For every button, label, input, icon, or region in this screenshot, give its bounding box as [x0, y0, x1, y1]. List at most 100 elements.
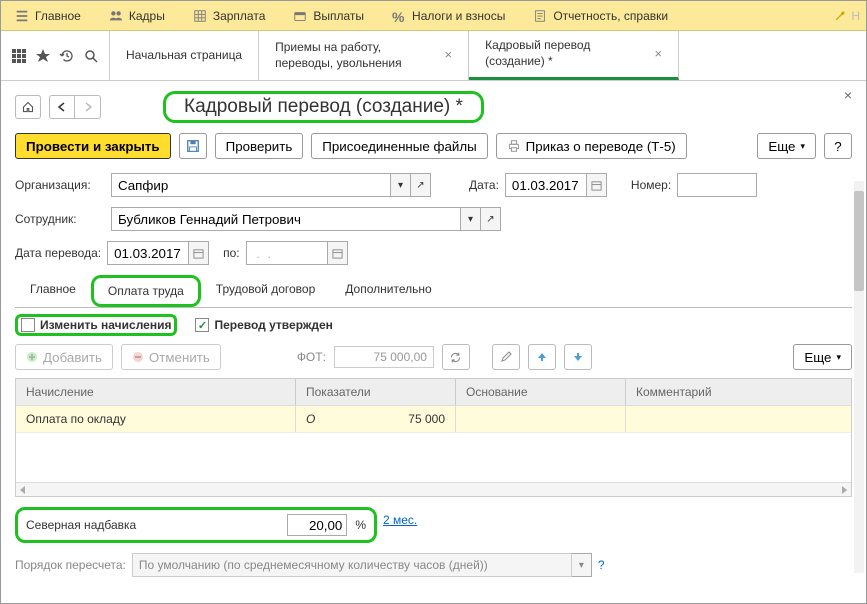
edit-button[interactable] — [492, 344, 520, 370]
northern-label: Северная надбавка — [26, 518, 279, 532]
wrench-icon — [833, 9, 847, 23]
tab-transfer[interactable]: Кадровый перевод (создание) * × — [469, 31, 679, 80]
percent-icon: % — [392, 9, 406, 23]
horizontal-scrollbar[interactable] — [16, 482, 851, 496]
calendar-icon[interactable] — [189, 241, 209, 265]
number-input[interactable] — [677, 173, 757, 197]
col-basis[interactable]: Основание — [456, 379, 626, 405]
menu-main[interactable]: Главное — [1, 1, 95, 30]
add-button: Добавить — [15, 344, 113, 370]
menu-payments[interactable]: Выплаты — [279, 1, 378, 30]
col-indicators[interactable]: Показатели — [296, 379, 456, 405]
chevron-down-icon: ▾ — [800, 141, 805, 152]
help-button[interactable]: ? — [824, 133, 852, 159]
recalc-select[interactable]: По умолчанию (по среднемесячному количес… — [132, 553, 572, 577]
checkbox-checked-icon: ✓ — [195, 318, 209, 332]
menu-taxes[interactable]: % Налоги и взносы — [378, 1, 519, 30]
home-icon — [22, 101, 34, 113]
to-date-input[interactable] — [246, 241, 328, 265]
arrow-up-icon — [537, 352, 547, 362]
floppy-icon — [186, 139, 200, 153]
arrow-right-icon — [83, 102, 93, 112]
menu-reports[interactable]: Отчетность, справки — [519, 1, 682, 30]
close-button[interactable]: × — [844, 87, 852, 103]
down-button[interactable] — [564, 344, 592, 370]
col-comment[interactable]: Комментарий — [626, 379, 851, 405]
refresh-icon — [449, 351, 462, 364]
open-icon[interactable]: ↗ — [411, 173, 431, 197]
check-button[interactable]: Проверить — [215, 133, 304, 159]
post-close-button[interactable]: Провести и закрыть — [15, 133, 171, 159]
open-icon[interactable]: ↗ — [481, 207, 501, 231]
vertical-scrollbar[interactable] — [854, 181, 864, 573]
more-button[interactable]: Еще ▾ — [757, 133, 816, 159]
minus-icon — [132, 351, 144, 363]
col-accrual[interactable]: Начисление — [16, 379, 296, 405]
menu-tools[interactable]: Н — [827, 9, 866, 23]
arrow-down-icon — [573, 352, 583, 362]
arrow-left-icon — [57, 102, 67, 112]
northern-input[interactable] — [287, 514, 347, 536]
org-label: Организация: — [15, 178, 105, 192]
history-icon[interactable] — [59, 48, 75, 64]
tab-extra[interactable]: Дополнительно — [330, 275, 446, 307]
files-button[interactable]: Присоединенные файлы — [311, 133, 487, 159]
menu-label: Зарплата — [213, 9, 266, 23]
save-button[interactable] — [179, 133, 207, 159]
report-icon — [533, 9, 547, 23]
more-button-2[interactable]: Еще ▾ — [793, 344, 852, 370]
menu-label: Выплаты — [313, 9, 364, 23]
chevron-down-icon: ▾ — [836, 352, 841, 363]
fot-value: 75 000,00 — [334, 346, 434, 368]
tab-pay[interactable]: Оплата труда — [91, 275, 201, 307]
dropdown-icon[interactable]: ▾ — [391, 173, 411, 197]
apps-icon[interactable] — [11, 48, 27, 64]
menu-label: Кадры — [129, 9, 165, 23]
forward-button[interactable] — [75, 95, 101, 119]
close-icon[interactable]: × — [445, 47, 453, 64]
printer-icon — [507, 139, 521, 153]
change-checkbox[interactable]: Изменить начисления — [21, 318, 171, 332]
dropdown-icon[interactable]: ▾ — [461, 207, 481, 231]
approved-checkbox[interactable]: ✓ Перевод утвержден — [195, 318, 332, 332]
months-link[interactable]: 2 мес. — [383, 513, 417, 527]
emp-input[interactable] — [111, 207, 461, 231]
date-label: Дата: — [469, 178, 499, 192]
fot-label: ФОТ: — [297, 350, 326, 364]
transfer-date-label: Дата перевода: — [15, 246, 101, 260]
menu-label: Налоги и взносы — [412, 9, 505, 23]
page-title: Кадровый перевод (создание) * — [163, 91, 484, 123]
number-label: Номер: — [631, 178, 671, 192]
refresh-button[interactable] — [442, 344, 470, 370]
search-icon[interactable] — [83, 48, 99, 64]
tab-main[interactable]: Главное — [15, 275, 91, 307]
emp-label: Сотрудник: — [15, 212, 105, 226]
pencil-icon — [500, 351, 512, 363]
calendar-icon[interactable] — [328, 241, 348, 265]
transfer-date-input[interactable] — [107, 241, 189, 265]
org-input[interactable] — [111, 173, 391, 197]
wallet-icon — [293, 9, 307, 23]
menu-label: Главное — [35, 9, 81, 23]
back-button[interactable] — [49, 95, 75, 119]
table-row[interactable]: Оплата по окладу О75 000 — [16, 405, 851, 432]
tab-start[interactable]: Начальная страница — [110, 31, 259, 80]
date-input[interactable] — [505, 173, 587, 197]
home-button[interactable] — [15, 95, 41, 119]
menu-label: Отчетность, справки — [553, 9, 668, 23]
menu-hr[interactable]: Кадры — [95, 1, 179, 30]
close-icon[interactable]: × — [655, 46, 663, 63]
to-label: по: — [223, 246, 240, 260]
print-order-button[interactable]: Приказ о переводе (Т-5) — [496, 133, 687, 159]
up-button[interactable] — [528, 344, 556, 370]
tab-hiring[interactable]: Приемы на работу, переводы, увольнения × — [259, 31, 469, 80]
plus-icon — [26, 351, 38, 363]
star-icon[interactable] — [35, 48, 51, 64]
table-icon — [193, 9, 207, 23]
calendar-icon[interactable] — [587, 173, 607, 197]
dropdown-icon[interactable]: ▾ — [572, 553, 592, 577]
help-link[interactable]: ? — [598, 558, 605, 572]
tab-contract[interactable]: Трудовой договор — [201, 275, 330, 307]
menu-salary[interactable]: Зарплата — [179, 1, 280, 30]
recalc-label: Порядок пересчета: — [15, 558, 126, 572]
